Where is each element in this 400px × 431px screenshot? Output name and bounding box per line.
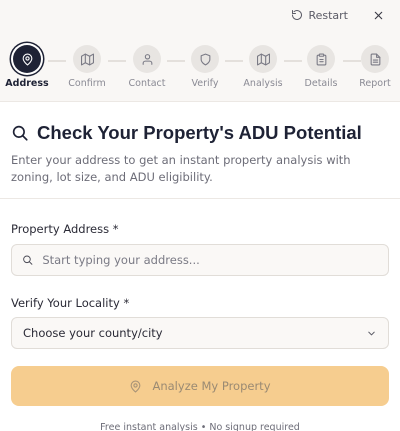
shield-icon — [200, 53, 210, 65]
progress-stepper: Address Confirm Contact Verify Analysis … — [0, 30, 400, 102]
step-label: Details — [304, 78, 338, 89]
step-label: Address — [5, 78, 49, 89]
map-icon — [256, 53, 270, 65]
clipboard-icon — [316, 53, 326, 65]
step-analysis[interactable]: Analysis — [233, 45, 293, 89]
map-pin-icon — [22, 53, 32, 65]
address-input[interactable] — [42, 253, 378, 267]
step-circle — [361, 45, 389, 73]
step-circle — [13, 45, 41, 73]
address-input-wrapper — [11, 244, 389, 276]
locality-selected-value: Choose your county/city — [23, 326, 163, 340]
step-circle — [73, 45, 101, 73]
page-heading: Check Your Property's ADU Potential Ente… — [0, 102, 400, 186]
locality-label: Verify Your Locality * — [11, 296, 130, 310]
step-circle — [133, 45, 161, 73]
page-title: Check Your Property's ADU Potential — [37, 122, 362, 143]
search-icon — [12, 125, 28, 141]
title-row: Check Your Property's ADU Potential — [11, 122, 389, 144]
step-contact[interactable]: Contact — [117, 45, 177, 89]
map-pin-icon — [131, 380, 141, 393]
step-label: Analysis — [243, 78, 283, 89]
map-icon — [80, 53, 94, 65]
step-label: Confirm — [68, 78, 106, 89]
restart-icon — [292, 10, 303, 20]
analyze-button[interactable]: Analyze My Property — [11, 366, 389, 406]
step-verify[interactable]: Verify — [175, 45, 235, 89]
analyze-button-label: Analyze My Property — [152, 379, 271, 393]
footnote: Free instant analysis • No signup requir… — [100, 422, 300, 431]
address-form: Property Address * Verify Your Locality … — [0, 222, 400, 431]
restart-label: Restart — [308, 8, 348, 22]
close-button[interactable] — [370, 7, 386, 23]
step-confirm[interactable]: Confirm — [57, 45, 117, 89]
top-bar: Restart — [0, 0, 400, 30]
step-report[interactable]: Report — [345, 45, 400, 89]
locality-select[interactable]: Choose your county/city — [11, 317, 389, 349]
restart-button[interactable]: Restart — [291, 9, 348, 22]
search-icon — [23, 255, 33, 265]
step-circle — [307, 45, 335, 73]
file-text-icon — [370, 53, 380, 65]
page-subtitle: Enter your address to get an instant pro… — [11, 153, 351, 184]
section-divider — [0, 198, 400, 199]
address-label: Property Address * — [11, 222, 119, 236]
step-label: Verify — [191, 78, 219, 89]
close-icon — [374, 11, 382, 19]
step-label: Contact — [128, 78, 166, 89]
step-label: Report — [359, 78, 391, 89]
step-details[interactable]: Details — [291, 45, 351, 89]
chevron-down-icon — [368, 331, 375, 335]
step-address[interactable]: Address — [0, 45, 57, 89]
user-icon — [142, 53, 152, 65]
step-circle — [249, 45, 277, 73]
step-circle — [191, 45, 219, 73]
